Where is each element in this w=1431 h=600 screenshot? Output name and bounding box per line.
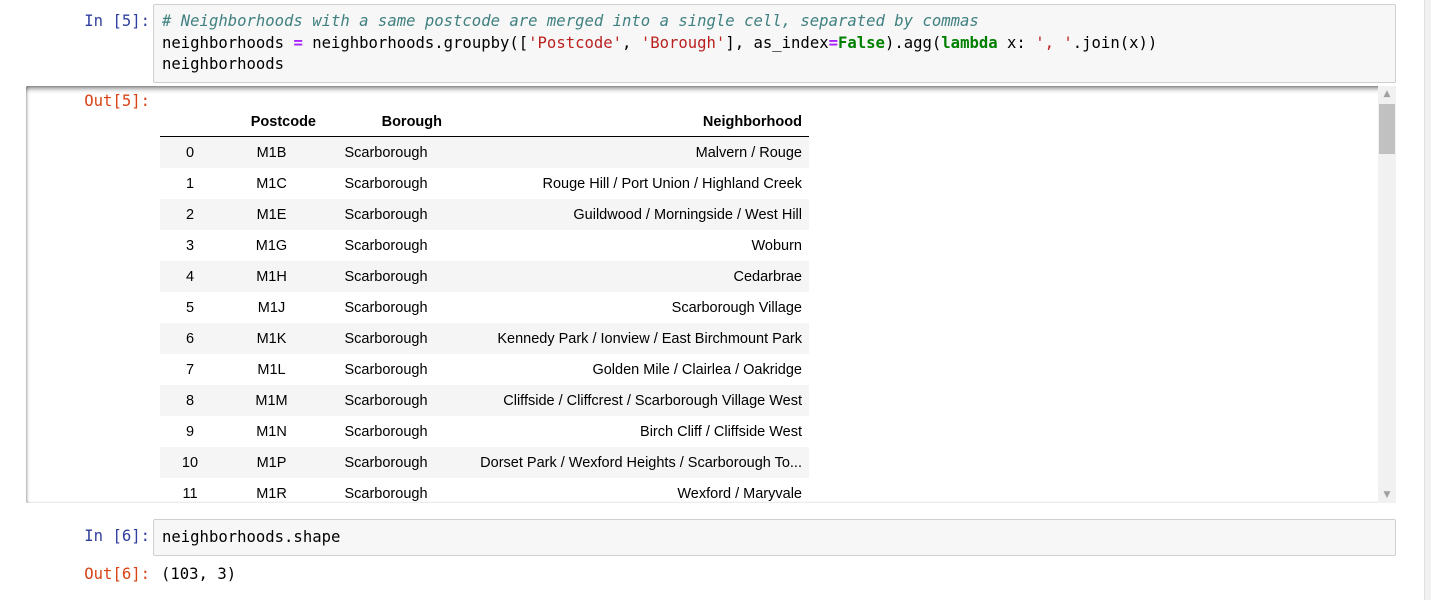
row-index: 8 xyxy=(160,385,220,416)
neighborhood-cell: Birch Cliff / Cliffside West xyxy=(640,423,802,440)
index-header xyxy=(160,108,220,137)
table-row: 4 M1H Scarborough Cedarbrae xyxy=(160,261,809,292)
code-cell-input-6[interactable]: neighborhoods.shape xyxy=(153,519,1396,556)
borough-cell: Scarborough xyxy=(323,199,449,230)
table-row: 11 M1R Scarborough Wexford / Maryvale xyxy=(160,478,809,503)
borough-cell: Scarborough xyxy=(323,385,449,416)
borough-cell: Scarborough xyxy=(344,237,428,254)
code-comment-line: # Neighborhoods with a same postcode are… xyxy=(162,12,979,30)
borough-cell: Scarborough xyxy=(344,361,428,378)
postcode-cell: M1G xyxy=(255,237,288,254)
neighborhood-cell: Guildwood / Morningside / West Hill xyxy=(449,199,809,230)
code-output-var-line: neighborhoods xyxy=(162,55,285,73)
table-header-row: Postcode Borough Neighborhood xyxy=(160,108,809,137)
borough-cell: Scarborough xyxy=(344,299,428,316)
neighborhood-cell: Scarborough Village xyxy=(671,299,802,316)
postcode-cell: M1E xyxy=(220,199,323,230)
shape-result: (103, 3) xyxy=(161,565,237,583)
code-cell-input[interactable]: # Neighborhoods with a same postcode are… xyxy=(153,4,1396,83)
postcode-cell: M1M xyxy=(220,385,323,416)
code-shape-line: neighborhoods.shape xyxy=(162,528,341,546)
table-row: 5 M1J Scarborough Scarborough Village xyxy=(160,292,809,323)
row-index: 0 xyxy=(160,136,220,168)
postcode-cell: M1K xyxy=(220,323,323,354)
row-index: 9 xyxy=(185,423,195,440)
neighborhood-cell: Dorset Park / Wexford Heights / Scarboro… xyxy=(449,447,809,478)
neighborhood-cell: Malvern / Rouge xyxy=(449,136,809,168)
code-groupby-line: neighborhoods = neighborhoods.groupby(['… xyxy=(162,34,1158,52)
output-clip: Postcode Borough Neighborhood 0 M1B Scarbo… xyxy=(26,86,1378,503)
table-body: 0 M1B Scarborough Malvern / Rouge 1 M1C Scarbo… xyxy=(160,136,809,504)
row-index: 7 xyxy=(185,361,195,378)
table-row: 9 M1N Scarborough Birch Cliff / Cliffside W… xyxy=(160,416,809,447)
dataframe-table: Postcode Borough Neighborhood 0 M1B Scarbo… xyxy=(160,108,809,503)
borough-cell: Scarborough xyxy=(344,175,428,192)
neighborhood-cell: Rouge Hill / Port Union / Highland Creek xyxy=(542,175,802,192)
postcode-cell: M1N xyxy=(256,423,287,440)
borough-cell: Scarborough xyxy=(323,447,449,478)
postcode-cell: M1B xyxy=(220,136,323,168)
output-scrollbar[interactable]: ▲ ▼ xyxy=(1378,86,1396,503)
postcode-cell: M1P xyxy=(220,447,323,478)
table-row: 3 M1G Scarborough Woburn xyxy=(160,230,809,261)
table-row: 0 M1B Scarborough Malvern / Rouge xyxy=(160,136,809,168)
borough-cell: Scarborough xyxy=(344,423,428,440)
borough-cell: Scarborough xyxy=(344,485,428,502)
scroll-up-arrow-icon[interactable]: ▲ xyxy=(1378,86,1396,102)
neighborhood-cell: Golden Mile / Clairlea / Oakridge xyxy=(592,361,802,378)
borough-cell: Scarborough xyxy=(323,261,449,292)
scroll-down-arrow-icon[interactable]: ▼ xyxy=(1378,487,1396,503)
table-row: 2 M1E Scarborough Guildwood / Morningside /… xyxy=(160,199,809,230)
table-row: 7 M1L Scarborough Golden Mile / Clairlea / … xyxy=(160,354,809,385)
borough-cell: Scarborough xyxy=(323,136,449,168)
row-index: 1 xyxy=(185,175,195,192)
postcode-cell: M1J xyxy=(257,299,286,316)
borough-cell: Scarborough xyxy=(323,323,449,354)
neighborhood-cell: Wexford / Maryvale xyxy=(677,485,802,502)
row-index: 6 xyxy=(160,323,220,354)
postcode-cell: M1C xyxy=(256,175,287,192)
scrollbar-thumb[interactable] xyxy=(1379,104,1395,154)
page-scrollbar-edge xyxy=(1424,0,1431,600)
output-prompt-6: Out[6]: xyxy=(84,565,150,583)
table-row: 6 M1K Scarborough Kennedy Park / Ionview / … xyxy=(160,323,809,354)
column-header-borough: Borough xyxy=(323,108,449,137)
table-row: 10 M1P Scarborough Dorset Park / Wexford He… xyxy=(160,447,809,478)
postcode-cell: M1R xyxy=(256,485,287,502)
row-index: 4 xyxy=(160,261,220,292)
postcode-cell: M1L xyxy=(257,361,286,378)
column-header-postcode: Postcode xyxy=(220,108,323,137)
neighborhood-cell: Woburn xyxy=(751,237,802,254)
neighborhood-cell: Kennedy Park / Ionview / East Birchmount… xyxy=(449,323,809,354)
input-prompt: In [5]: xyxy=(84,12,150,30)
row-index: 2 xyxy=(160,199,220,230)
row-index: 5 xyxy=(185,299,195,316)
neighborhood-cell: Cedarbrae xyxy=(449,261,809,292)
row-index: 10 xyxy=(160,447,220,478)
table-row: 8 M1M Scarborough Cliffside / Cliffcrest / … xyxy=(160,385,809,416)
neighborhood-cell: Cliffside / Cliffcrest / Scarborough Vil… xyxy=(449,385,809,416)
row-index: 11 xyxy=(182,485,198,502)
postcode-cell: M1H xyxy=(220,261,323,292)
row-index: 3 xyxy=(185,237,195,254)
column-header-neighborhood: Neighborhood xyxy=(449,108,809,137)
table-row: 1 M1C Scarborough Rouge Hill / Port Union /… xyxy=(160,168,809,199)
input-prompt-6: In [6]: xyxy=(84,527,150,545)
